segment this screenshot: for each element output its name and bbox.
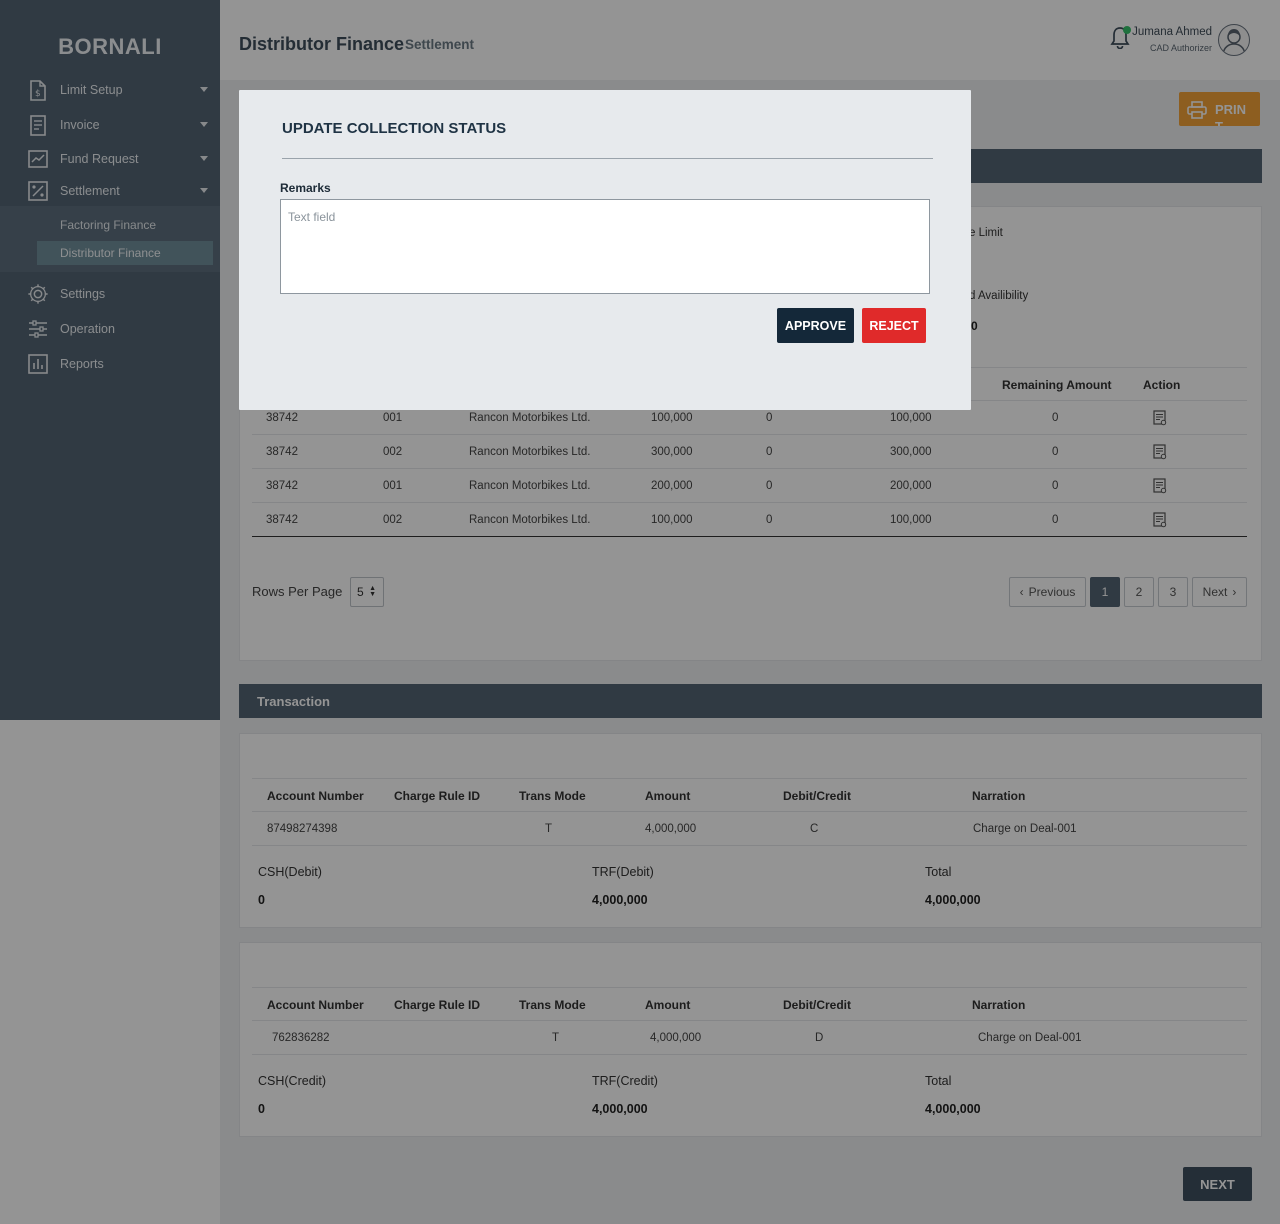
remarks-label: Remarks [280,181,331,195]
approve-button[interactable]: APPROVE [777,308,854,343]
update-collection-status-modal: UPDATE COLLECTION STATUS Remarks APPROVE… [239,90,971,410]
reject-button[interactable]: REJECT [862,308,926,343]
remarks-textarea[interactable] [280,199,930,294]
modal-divider [282,158,933,159]
modal-title: UPDATE COLLECTION STATUS [282,120,507,137]
